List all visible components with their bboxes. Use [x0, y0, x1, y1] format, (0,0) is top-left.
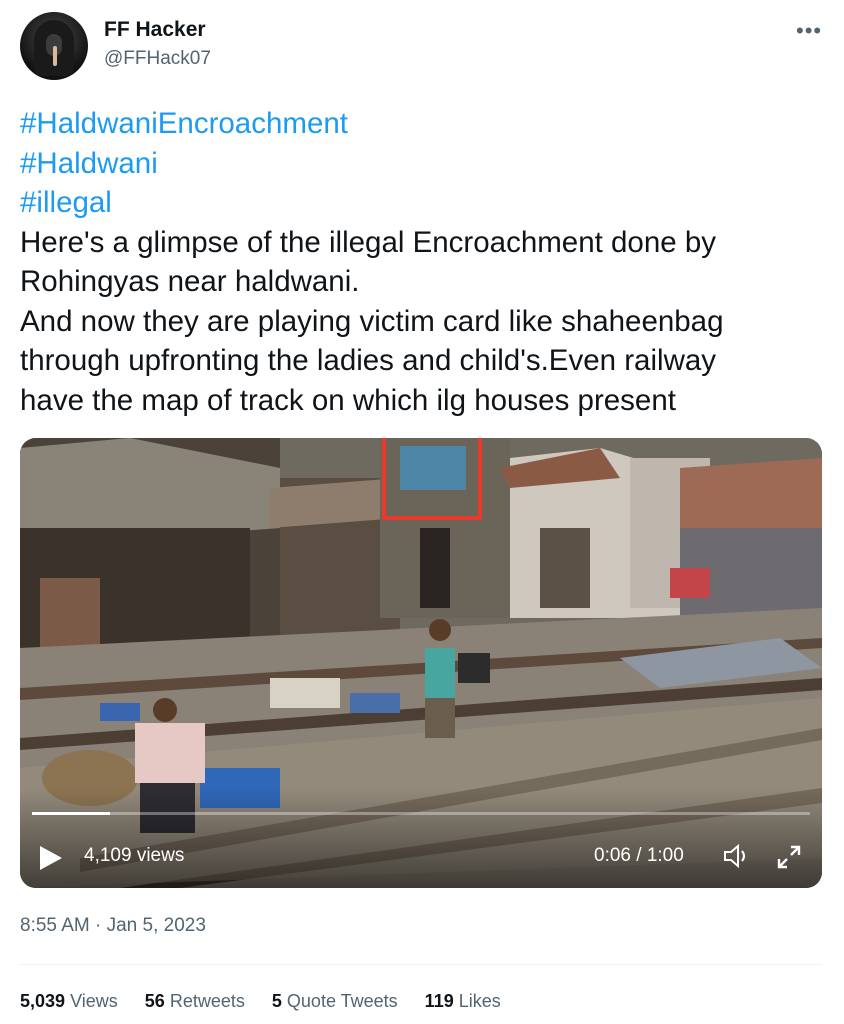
video-progress-track[interactable]	[32, 812, 810, 815]
ellipsis-icon[interactable]: •••	[796, 18, 822, 44]
video-time: 0:06 / 1:00	[594, 845, 684, 866]
likes-stat[interactable]: 119 Likes	[425, 991, 501, 1012]
tweet-text: #HaldwaniEncroachment #Haldwani #illegal…	[20, 104, 830, 420]
hashtag-link[interactable]: #illegal	[20, 183, 830, 223]
video-views: 4,109 views	[84, 845, 185, 866]
tweet-line: through upfronting the ladies and child'…	[20, 344, 717, 377]
tweet-line: Here's a glimpse of the illegal Encroach…	[20, 225, 716, 259]
author-name[interactable]: FF Hacker	[104, 18, 206, 42]
divider	[20, 964, 822, 965]
video-player[interactable]	[20, 438, 822, 888]
author-handle[interactable]: @FFHack07	[104, 48, 211, 70]
fullscreen-icon[interactable]	[776, 844, 802, 875]
tweet-timestamp[interactable]: 8:55 AM · Jan 5, 2023	[20, 915, 206, 937]
video-frame	[20, 438, 822, 888]
hashtag-link[interactable]: #Haldwani	[20, 144, 830, 184]
hashtag-link[interactable]: #HaldwaniEncroachment	[20, 104, 830, 144]
play-icon[interactable]	[40, 846, 62, 870]
tweet-line: have the map of track on which ilg house…	[20, 383, 676, 417]
video-progress-fill	[32, 812, 110, 815]
quote-tweets-stat[interactable]: 5 Quote Tweets	[272, 991, 398, 1012]
retweets-stat[interactable]: 56 Retweets	[145, 991, 245, 1012]
avatar-finger	[53, 46, 57, 66]
tweet-line: And now they are playing victim card lik…	[20, 304, 724, 338]
volume-icon[interactable]	[722, 842, 750, 875]
tweet-stats: 5,039 Views 56 Retweets 5 Quote Tweets 1…	[20, 991, 523, 1012]
tweet-line: Rohingyas near haldwani.	[20, 265, 360, 298]
views-stat: 5,039 Views	[20, 991, 118, 1011]
avatar[interactable]	[20, 12, 88, 80]
